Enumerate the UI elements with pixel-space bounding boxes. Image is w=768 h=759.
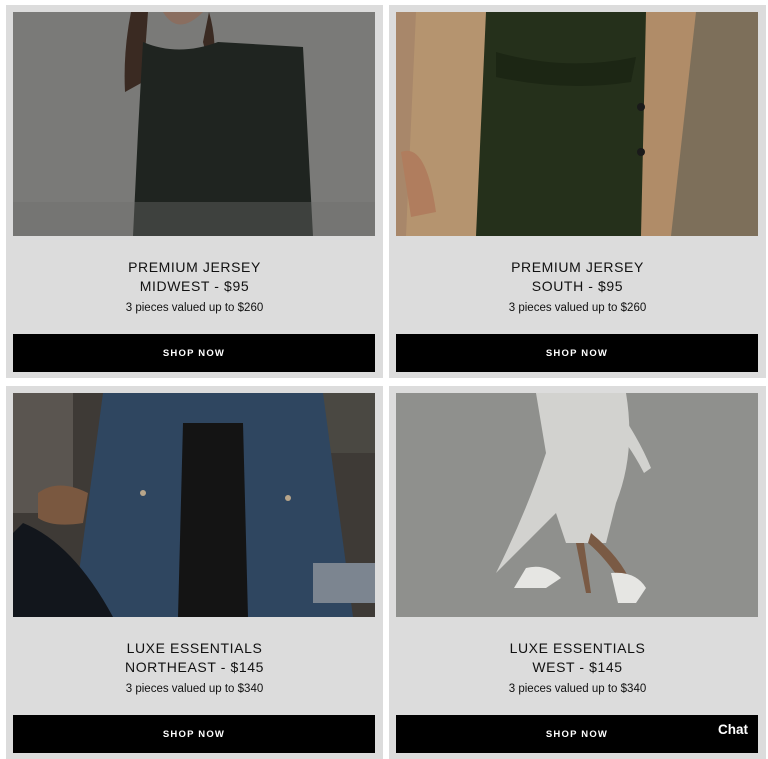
product-photo[interactable]: [13, 393, 375, 617]
shop-now-button[interactable]: SHOP NOW: [13, 715, 375, 753]
product-card-midwest: PREMIUM JERSEY MIDWEST - $95 3 pieces va…: [6, 5, 383, 378]
product-photo[interactable]: [13, 12, 375, 236]
collection-name: PREMIUM JERSEY: [128, 259, 261, 275]
shop-now-button[interactable]: SHOP NOW: [396, 334, 758, 372]
product-title: PREMIUM JERSEY MIDWEST - $95: [13, 258, 376, 296]
collection-name: PREMIUM JERSEY: [511, 259, 644, 275]
collection-name: LUXE ESSENTIALS: [126, 640, 263, 656]
product-subtitle: 3 pieces valued up to $260: [508, 302, 647, 314]
product-title: PREMIUM JERSEY SOUTH - $95: [396, 258, 759, 296]
product-card-west: LUXE ESSENTIALS WEST - $145 3 pieces val…: [389, 386, 766, 759]
product-subtitle: 3 pieces valued up to $340: [125, 683, 264, 695]
region-price: MIDWEST - $95: [139, 278, 250, 294]
region-price: NORTHEAST - $145: [124, 659, 265, 675]
product-photo[interactable]: [396, 393, 758, 617]
product-subtitle: 3 pieces valued up to $260: [125, 302, 264, 314]
product-grid: PREMIUM JERSEY MIDWEST - $95 3 pieces va…: [6, 5, 766, 759]
product-card-northeast: LUXE ESSENTIALS NORTHEAST - $145 3 piece…: [6, 386, 383, 759]
product-subtitle: 3 pieces valued up to $340: [508, 683, 647, 695]
region-price: SOUTH - $95: [531, 278, 624, 294]
product-card-south: PREMIUM JERSEY SOUTH - $95 3 pieces valu…: [389, 5, 766, 378]
chat-button[interactable]: Chat: [718, 722, 748, 737]
shop-now-button[interactable]: SHOP NOW: [13, 334, 375, 372]
region-price: WEST - $145: [532, 659, 623, 675]
product-photo[interactable]: [396, 12, 758, 236]
product-title: LUXE ESSENTIALS NORTHEAST - $145: [13, 639, 376, 677]
product-title: LUXE ESSENTIALS WEST - $145: [396, 639, 759, 677]
shop-now-button[interactable]: SHOP NOW: [396, 715, 758, 753]
collection-name: LUXE ESSENTIALS: [509, 640, 646, 656]
